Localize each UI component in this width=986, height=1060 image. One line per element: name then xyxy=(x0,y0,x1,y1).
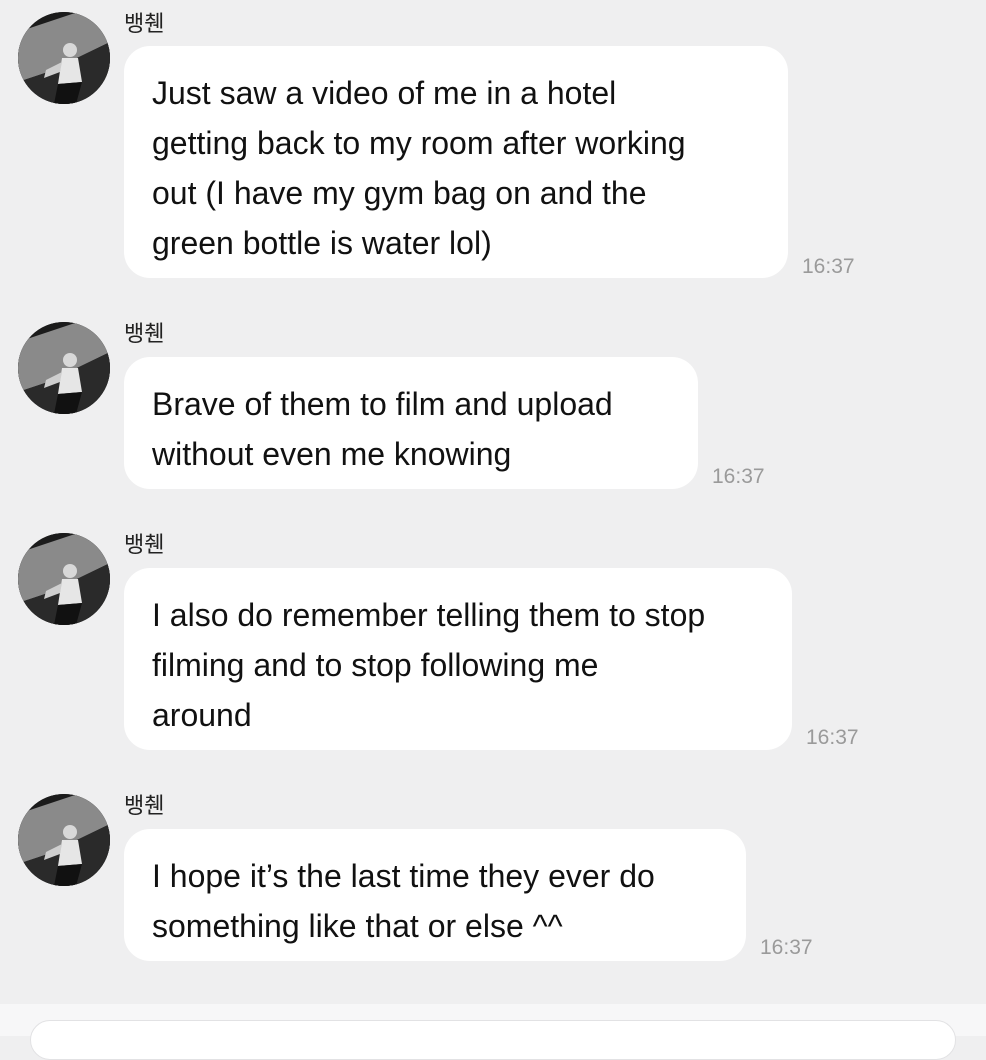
avatar[interactable] xyxy=(18,533,110,625)
avatar[interactable] xyxy=(18,794,110,886)
sender-name: 뱅췐 xyxy=(124,794,165,819)
message-timestamp: 16:37 xyxy=(802,255,855,278)
message-timestamp: 16:37 xyxy=(760,936,813,959)
message-bubble[interactable]: I also do remember telling them to stop … xyxy=(124,568,792,750)
message-bubble[interactable]: Brave of them to film and upload without… xyxy=(124,357,698,489)
chat-message-list[interactable]: 뱅췐 Just saw a video of me in a hotel get… xyxy=(0,0,986,1004)
avatar-photo-icon xyxy=(18,322,110,414)
message-timestamp: 16:37 xyxy=(712,465,765,488)
avatar[interactable] xyxy=(18,12,110,104)
avatar-photo-icon xyxy=(18,12,110,104)
avatar[interactable] xyxy=(18,322,110,414)
avatar-photo-icon xyxy=(18,533,110,625)
sender-name: 뱅췐 xyxy=(124,533,165,558)
message-bubble[interactable]: I hope it’s the last time they ever do s… xyxy=(124,829,746,961)
message-input[interactable] xyxy=(30,1020,956,1060)
message-timestamp: 16:37 xyxy=(806,726,859,749)
avatar-photo-icon xyxy=(18,794,110,886)
message-input-area xyxy=(0,1004,986,1060)
sender-name: 뱅췐 xyxy=(124,12,165,37)
sender-name: 뱅췐 xyxy=(124,322,165,347)
message-bubble[interactable]: Just saw a video of me in a hotel gettin… xyxy=(124,46,788,278)
